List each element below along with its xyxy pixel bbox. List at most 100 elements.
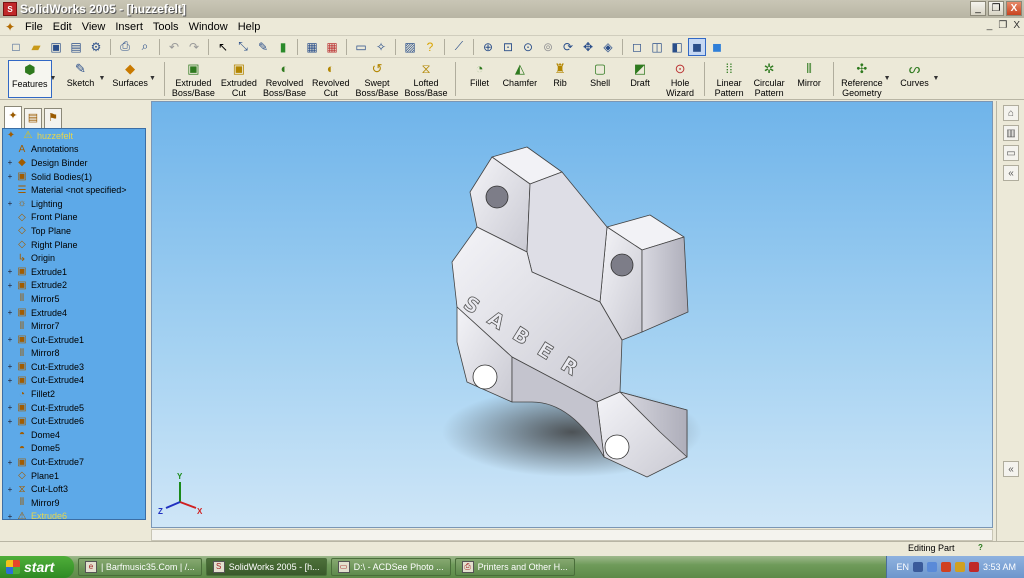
home-icon[interactable]: ⌂ (1003, 105, 1019, 121)
menu-edit[interactable]: Edit (48, 21, 77, 33)
undo-icon[interactable]: ↶ (165, 38, 183, 56)
select-arrow-icon[interactable]: ↖ (214, 38, 232, 56)
shaded-icon[interactable]: ◼ (708, 38, 726, 56)
tree-item[interactable]: + ☼ Lighting (3, 197, 145, 211)
options-icon[interactable]: ⚙ (87, 38, 105, 56)
tree-item[interactable]: + ▣ Extrude4 (3, 306, 145, 320)
help-status-icon[interactable]: ? (978, 543, 988, 553)
expand-icon[interactable]: + (6, 376, 14, 385)
menu-tools[interactable]: Tools (148, 21, 184, 33)
draft-button[interactable]: ◩ Draft (620, 60, 660, 98)
propertymanager-tab-icon[interactable]: ▤ (24, 108, 42, 128)
features-dropdown-icon[interactable]: ▼ (50, 75, 57, 82)
language-indicator[interactable]: EN (896, 562, 909, 572)
hole-wizard-button[interactable]: ⊙ Hole Wizard (660, 60, 700, 98)
graphics-area[interactable]: SABER Y X Z (151, 101, 993, 528)
reference-geometry-dropdown-icon[interactable]: ▼ (884, 75, 891, 82)
collapse-icon[interactable]: « (1003, 165, 1019, 181)
revolved-cut-button[interactable]: ◐ Revolved Cut (309, 60, 353, 98)
tree-item[interactable]: + ◆ Design Binder (3, 156, 145, 170)
shell-button[interactable]: ▢ Shell (580, 60, 620, 98)
lofted-boss-button[interactable]: ⧖ Lofted Boss/Base (402, 60, 451, 98)
rotate-view-icon[interactable]: ⟳ (559, 38, 577, 56)
expand-icon[interactable]: + (6, 485, 14, 494)
expand-icon[interactable]: + (6, 158, 14, 167)
tree-item[interactable]: + ▣ Solid Bodies(1) (3, 170, 145, 184)
tree-item[interactable]: + ▣ Cut-Extrude4 (3, 374, 145, 388)
hidden-lines-visible-icon[interactable]: ◫ (648, 38, 666, 56)
tree-item[interactable]: ☰ Material <not specified> (3, 183, 145, 197)
tree-item[interactable]: + ▣ Cut-Extrude1 (3, 333, 145, 347)
configurationmanager-tab-icon[interactable]: ⚑ (44, 108, 62, 128)
expand-icon[interactable]: + (6, 403, 14, 412)
menu-view[interactable]: View (77, 21, 111, 33)
doc-restore-button[interactable]: ❐ (998, 20, 1007, 31)
sketch-tool-icon[interactable]: ✎ (254, 38, 272, 56)
swept-boss-button[interactable]: ↺ Swept Boss/Base (353, 60, 402, 98)
tray-volume-icon[interactable] (954, 562, 965, 572)
wireframe-icon[interactable]: ◻ (628, 38, 646, 56)
zoom-to-fit-icon[interactable]: ⊕ (479, 38, 497, 56)
surfaces-dropdown-icon[interactable]: ▼ (149, 75, 156, 82)
fillet-button[interactable]: ◔ Fillet (460, 60, 500, 98)
open-folder-icon[interactable]: ▰ (27, 38, 45, 56)
expand-icon[interactable]: + (6, 512, 14, 519)
print-icon[interactable]: ⎙ (116, 38, 134, 56)
chamfer-button[interactable]: ◭ Chamfer (500, 60, 541, 98)
menu-help[interactable]: Help (233, 21, 266, 33)
expand-icon[interactable]: + (6, 417, 14, 426)
feature-icon[interactable]: ✧ (372, 38, 390, 56)
zoom-in-out-icon[interactable]: ⊙ (519, 38, 537, 56)
curves-dropdown-icon[interactable]: ▼ (933, 75, 940, 82)
tree-item[interactable]: ◇ Front Plane (3, 211, 145, 225)
tree-item[interactable]: A Annotations (3, 143, 145, 157)
tree-item[interactable]: ↳ Origin (3, 251, 145, 265)
redo-icon[interactable]: ↷ (185, 38, 203, 56)
surfaces-tab-button[interactable]: ◆ Surfaces (109, 60, 151, 98)
tree-item[interactable]: ◇ Right Plane (3, 238, 145, 252)
help-icon[interactable]: ? (421, 38, 439, 56)
tree-item[interactable]: ⫴ Mirror5 (3, 292, 145, 306)
taskbar-button-acdsee[interactable]: ▭ D:\ - ACDSee Photo ... (330, 558, 451, 576)
tree-item[interactable]: ⫴ Mirror9 (3, 496, 145, 510)
features-tab-button[interactable]: ⬢ Features (8, 59, 52, 98)
library-icon[interactable]: ▥ (1003, 125, 1019, 141)
taskbar-button-browser[interactable]: e | Barfmusic35.Com | /... (78, 558, 202, 576)
tree-item[interactable]: + ⚠ Extrude6 (3, 510, 145, 519)
layout-icon[interactable]: ▭ (352, 38, 370, 56)
reference-geometry-button[interactable]: ✣ Reference Geometry (838, 60, 886, 98)
circular-pattern-button[interactable]: ✲ Circular Pattern (749, 60, 789, 98)
extruded-boss-button[interactable]: ▣ Extruded Boss/Base (169, 60, 218, 98)
rebuild-icon[interactable]: ▮ (274, 38, 292, 56)
extruded-cut-button[interactable]: ▣ Extruded Cut (218, 60, 260, 98)
color-grid-icon[interactable]: ▦ (323, 38, 341, 56)
expand-icon[interactable]: + (6, 281, 14, 290)
horizontal-scrollbar[interactable] (151, 529, 993, 541)
tree-item[interactable]: ⫴ Mirror8 (3, 347, 145, 361)
taskbar-button-printers[interactable]: ⎙ Printers and Other H... (454, 558, 575, 576)
start-button[interactable]: start (0, 556, 74, 578)
expand-icon[interactable]: + (6, 267, 14, 276)
image-icon[interactable]: ▨ (401, 38, 419, 56)
document-icon[interactable]: ✦ (3, 20, 17, 34)
tree-item[interactable]: + ⧖ Cut-Loft3 (3, 482, 145, 496)
save-icon[interactable]: ▣ (47, 38, 65, 56)
expand-pane-icon[interactable]: « (1003, 461, 1019, 477)
doc-minimize-button[interactable]: _ (987, 20, 993, 31)
menu-insert[interactable]: Insert (110, 21, 148, 33)
print-preview-icon[interactable]: ⌕ (136, 38, 154, 56)
tray-network-icon[interactable] (926, 562, 937, 572)
hidden-lines-removed-icon[interactable]: ◧ (668, 38, 686, 56)
sketch-dropdown-icon[interactable]: ▼ (98, 75, 105, 82)
solidworks-app-icon[interactable]: S (3, 2, 17, 16)
tree-item[interactable]: + ▣ Extrude2 (3, 279, 145, 293)
menu-file[interactable]: File (20, 21, 48, 33)
sketch-tab-button[interactable]: ✎ Sketch (60, 60, 100, 98)
expand-icon[interactable]: + (6, 335, 14, 344)
tree-item[interactable]: ◇ Plane1 (3, 469, 145, 483)
pan-icon[interactable]: ✥ (579, 38, 597, 56)
zoom-selection-icon[interactable]: ⊚ (539, 38, 557, 56)
tree-item[interactable]: + ▣ Cut-Extrude7 (3, 455, 145, 469)
tree-root[interactable]: ✦ ⚠ huzzefelt (3, 129, 145, 143)
tree-item[interactable]: ◇ Top Plane (3, 224, 145, 238)
